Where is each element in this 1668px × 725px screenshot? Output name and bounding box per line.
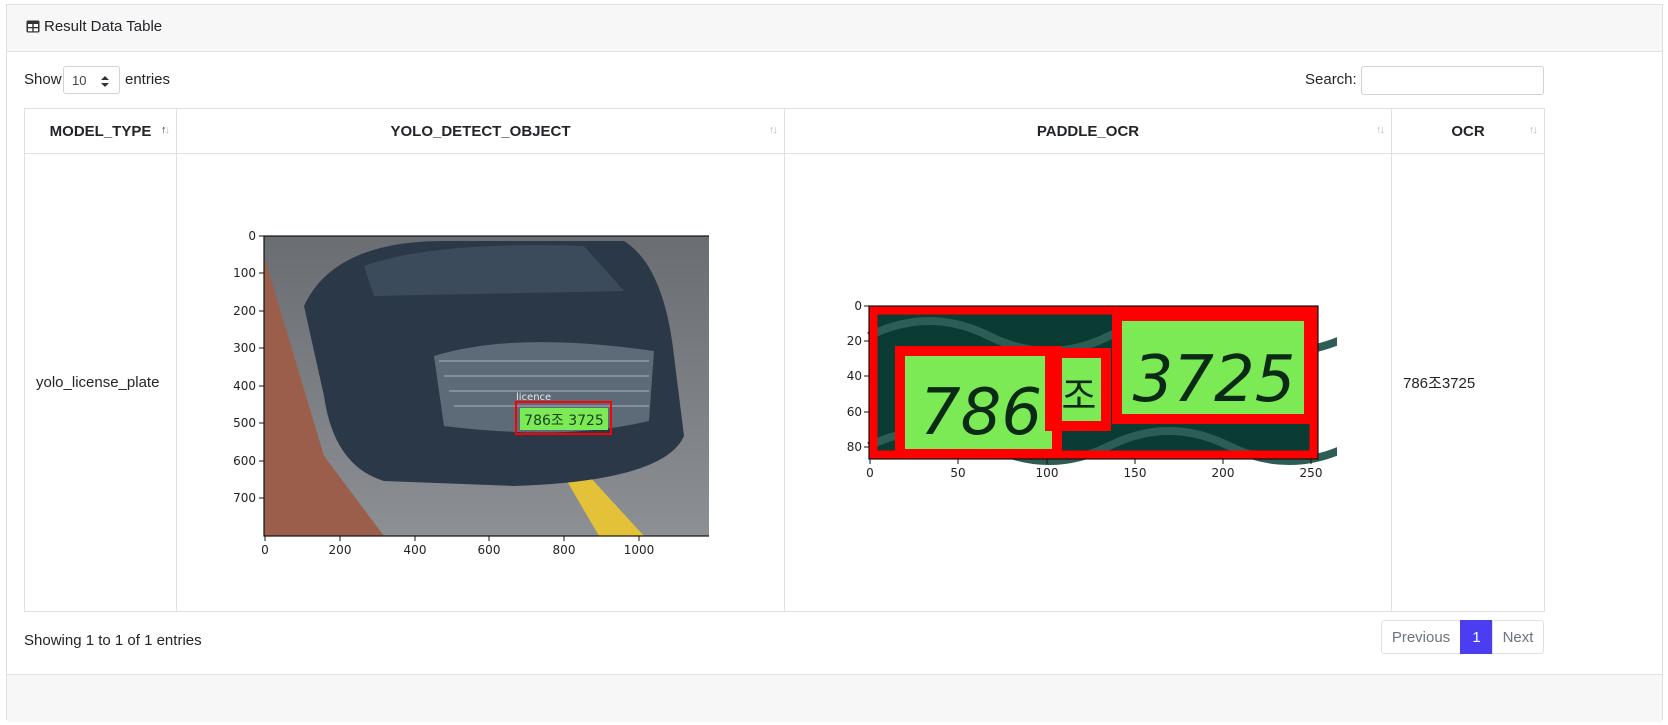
previous-label: Previous (1391, 628, 1451, 646)
x-tick-label: 0 (866, 466, 874, 480)
column-header-label: MODEL_TYPE (49, 122, 152, 140)
table-header-row: MODEL_TYPE ↑↓ YOLO_DETECT_OBJECT ↑↓ PADD… (24, 108, 1545, 154)
x-tick-label: 250 (1300, 466, 1323, 480)
table-info: Showing 1 to 1 of 1 entries (24, 632, 202, 649)
sort-icon: ↑↓ (769, 124, 778, 136)
previous-button[interactable]: Previous (1381, 620, 1461, 654)
column-header-label: OCR (1451, 122, 1485, 140)
paddle-y-axis: 0 20 40 60 80 (847, 299, 869, 454)
cell-ocr: 786조3725 (1391, 153, 1545, 612)
cell-yolo-detect-object: 786조 3725 licence 0 100 200 300 400 500 … (176, 153, 785, 612)
y-tick-label: 80 (847, 440, 862, 454)
search-label: Search: (1305, 71, 1357, 88)
sort-asc-icon: ↑↓ (161, 124, 170, 136)
cell-model-type: yolo_license_plate (24, 153, 177, 612)
yolo-x-axis: 0 200 400 600 800 1000 (261, 536, 654, 557)
entries-select-value: 10 (72, 73, 87, 88)
y-tick-label: 0 (854, 299, 862, 313)
yolo-detection-image: 786조 3725 licence 0 100 200 300 400 500 … (233, 229, 709, 557)
column-header-yolo-detect-object[interactable]: YOLO_DETECT_OBJECT ↑↓ (176, 108, 785, 154)
column-header-label: YOLO_DETECT_OBJECT (390, 122, 571, 140)
page-number: 1 (1472, 628, 1481, 646)
detection-label: licence (516, 392, 551, 403)
y-tick-label: 700 (233, 491, 256, 505)
entries-select[interactable]: 10 (63, 66, 120, 94)
card-title-text: Result Data Table (44, 18, 163, 35)
search-input[interactable] (1361, 66, 1544, 95)
x-tick-label: 1000 (624, 543, 655, 557)
x-tick-label: 200 (329, 543, 352, 557)
y-tick-label: 300 (233, 341, 256, 355)
select-arrows-icon (101, 76, 109, 87)
paddle-x-axis: 0 50 100 150 200 250 (866, 459, 1322, 480)
length-prefix: Show (24, 71, 62, 88)
x-tick-label: 200 (1212, 466, 1235, 480)
y-tick-label: 600 (233, 454, 256, 468)
sort-icon: ↑↓ (1376, 124, 1385, 136)
model-type-value: yolo_license_plate (36, 374, 160, 391)
card-footer (7, 674, 1662, 722)
page-1-button[interactable]: 1 (1460, 620, 1493, 654)
x-tick-label: 600 (478, 543, 501, 557)
column-header-label: PADDLE_OCR (1036, 122, 1140, 140)
plate-text: 786조 3725 (524, 413, 604, 429)
next-button[interactable]: Next (1492, 620, 1544, 654)
y-tick-label: 0 (248, 229, 256, 243)
x-tick-label: 100 (1036, 466, 1059, 480)
ocr-segment-2: 조 (1062, 374, 1097, 418)
card-title: Result Data Table (26, 18, 162, 35)
x-tick-label: 800 (553, 543, 576, 557)
length-suffix: entries (125, 71, 171, 88)
y-tick-label: 400 (233, 379, 256, 393)
sort-icon: ↑↓ (1529, 124, 1538, 136)
result-table: MODEL_TYPE ↑↓ YOLO_DETECT_OBJECT ↑↓ PADD… (24, 108, 1545, 612)
x-tick-label: 150 (1124, 466, 1147, 480)
paddle-ocr-image: 786 조 3725 0 20 40 60 80 0 50 100 150 20… (847, 299, 1337, 480)
column-header-ocr[interactable]: OCR ↑↓ (1391, 108, 1545, 154)
cell-paddle-ocr: 786 조 3725 0 20 40 60 80 0 50 100 150 20… (784, 153, 1392, 612)
column-header-paddle-ocr[interactable]: PADDLE_OCR ↑↓ (784, 108, 1392, 154)
y-tick-label: 500 (233, 416, 256, 430)
y-tick-label: 100 (233, 266, 256, 280)
table-row: yolo_license_plate 786조 3725 licence 0 1… (24, 153, 1545, 612)
y-tick-label: 20 (847, 334, 862, 348)
ocr-value: 786조3725 (1403, 375, 1476, 392)
x-tick-label: 400 (404, 543, 427, 557)
ocr-segment-1: 786 (920, 376, 1042, 450)
x-tick-label: 0 (261, 543, 269, 557)
x-tick-label: 50 (950, 466, 965, 480)
card-header: Result Data Table (7, 5, 1662, 52)
y-tick-label: 40 (847, 369, 862, 383)
y-tick-label: 200 (233, 304, 256, 318)
ocr-segment-3: 3725 (1133, 343, 1296, 417)
table-icon (26, 20, 40, 33)
y-tick-label: 60 (847, 405, 862, 419)
yolo-y-axis: 0 100 200 300 400 500 600 700 (233, 229, 264, 505)
column-header-model-type[interactable]: MODEL_TYPE ↑↓ (24, 108, 177, 154)
next-label: Next (1502, 628, 1534, 646)
